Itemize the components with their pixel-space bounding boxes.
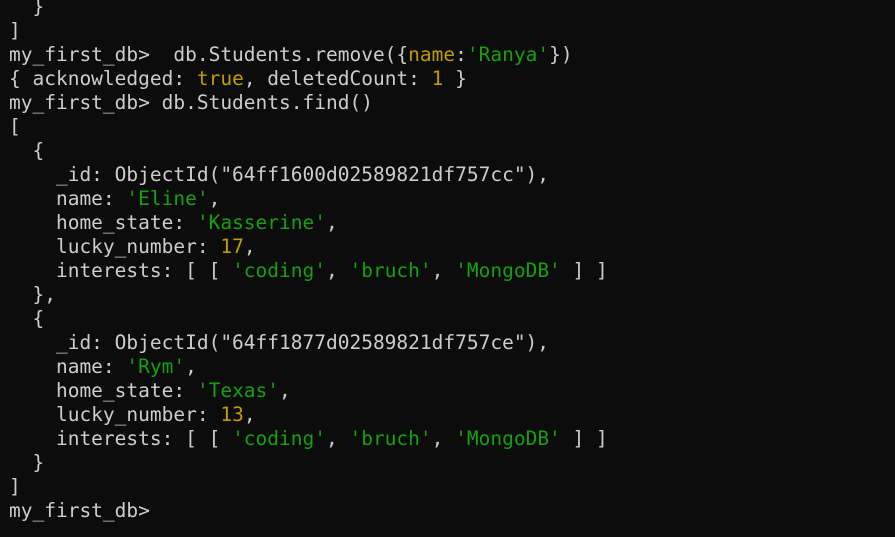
terminal-text-default: home_state: <box>9 211 197 234</box>
terminal-line: { acknowledged: true, deletedCount: 1 } <box>9 67 608 91</box>
terminal-text-default: , <box>325 259 350 282</box>
terminal-line: } <box>9 451 608 475</box>
terminal-line: interests: [ [ 'coding', 'bruch', 'Mongo… <box>9 427 608 451</box>
terminal-line: _id: ObjectId("64ff1600d02589821df757cc"… <box>9 163 608 187</box>
terminal-line: my_first_db> <box>9 499 608 523</box>
terminal-line: ] <box>9 475 608 499</box>
terminal-text-default: } <box>9 451 45 474</box>
terminal-line: my_first_db> db.Students.remove({name:'R… <box>9 43 608 67</box>
terminal-text-default: { <box>9 139 45 162</box>
terminal-text-default: ] <box>9 475 21 498</box>
terminal-text-default: interests: [ [ <box>9 427 233 450</box>
terminal-line: ] <box>9 19 608 43</box>
terminal-line: lucky_number: 13, <box>9 403 608 427</box>
terminal-text-default: , <box>431 259 456 282</box>
terminal-text-default: name: <box>9 187 127 210</box>
terminal-text-default: { acknowledged: <box>9 67 197 90</box>
terminal-text-default: , <box>325 427 350 450</box>
terminal-text-string: 'MongoDB' <box>455 427 561 450</box>
terminal-text-default: home_state: <box>9 379 197 402</box>
terminal-text-default: _id: ObjectId("64ff1877d02589821df757ce"… <box>9 331 550 354</box>
terminal-line: lucky_number: 17, <box>9 235 608 259</box>
terminal-text-default: } <box>443 67 467 90</box>
terminal-text-number: 13 <box>220 403 244 426</box>
terminal-text-default: ] ] <box>560 259 608 282</box>
terminal-text-string: 'coding' <box>232 427 326 450</box>
terminal-line: } <box>9 0 608 19</box>
terminal-text-default: lucky_number: <box>9 403 221 426</box>
terminal-text-default: my_first_db> db.Students.find() <box>9 91 373 114</box>
terminal-text-default: , <box>431 427 456 450</box>
terminal-window[interactable]: }] my_first_db> db.Students.remove({name:… <box>0 0 895 537</box>
terminal-text-default: _id: ObjectId("64ff1600d02589821df757cc"… <box>9 163 550 186</box>
terminal-text-default: ] ] <box>560 427 608 450</box>
terminal-text-default: }, <box>9 283 56 306</box>
terminal-text-string: 'coding' <box>232 259 326 282</box>
terminal-text-number: 1 <box>431 67 444 90</box>
terminal-text-default: : <box>455 43 467 66</box>
terminal-line: home_state: 'Texas', <box>9 379 608 403</box>
terminal-text-default: , <box>279 379 291 402</box>
terminal-text-default: , deletedCount: <box>243 67 432 90</box>
terminal-line: name: 'Rym', <box>9 355 608 379</box>
terminal-text-default: }) <box>549 43 573 66</box>
terminal-text-default: { <box>9 307 45 330</box>
terminal-text-default: , <box>243 403 256 426</box>
terminal-text-default: , <box>325 211 338 234</box>
terminal-line: interests: [ [ 'coding', 'bruch', 'Mongo… <box>9 259 608 283</box>
terminal-line: home_state: 'Kasserine', <box>9 211 608 235</box>
terminal-text-number: 17 <box>220 235 244 258</box>
terminal-text-string: 'Ranya' <box>466 43 550 66</box>
terminal-line: [ <box>9 115 608 139</box>
terminal-text-string: 'Eline' <box>126 187 209 210</box>
terminal-text-default: , <box>185 355 197 378</box>
terminal-text-default: , <box>243 235 256 258</box>
terminal-line: name: 'Eline', <box>9 187 608 211</box>
terminal-text-default: [ <box>9 115 21 138</box>
terminal-text-string: 'Kasserine' <box>196 211 326 234</box>
terminal-text-default: my_first_db> db.Students.remove({ <box>9 43 409 66</box>
terminal-line: my_first_db> db.Students.find() <box>9 91 608 115</box>
terminal-text-boolean: true <box>196 67 244 90</box>
terminal-text-default: ] <box>9 19 21 42</box>
terminal-output: }] my_first_db> db.Students.remove({name:… <box>9 0 608 523</box>
terminal-text-string: 'Texas' <box>196 379 280 402</box>
terminal-text-default: , <box>208 187 221 210</box>
terminal-text-default: lucky_number: <box>9 235 221 258</box>
terminal-text-string: 'bruch' <box>349 259 432 282</box>
terminal-text-string: 'bruch' <box>349 427 432 450</box>
terminal-text-string: 'Rym' <box>126 355 186 378</box>
terminal-line: { <box>9 139 608 163</box>
terminal-text-default: } <box>9 0 45 18</box>
terminal-line: }, <box>9 283 608 307</box>
terminal-text-string: 'MongoDB' <box>455 259 561 282</box>
terminal-text-default: name: <box>9 355 127 378</box>
terminal-text-key_highlight: name <box>408 43 456 66</box>
terminal-text-default: interests: [ [ <box>9 259 233 282</box>
terminal-text-default: my_first_db> <box>9 499 162 522</box>
terminal-line: _id: ObjectId("64ff1877d02589821df757ce"… <box>9 331 608 355</box>
terminal-line: { <box>9 307 608 331</box>
